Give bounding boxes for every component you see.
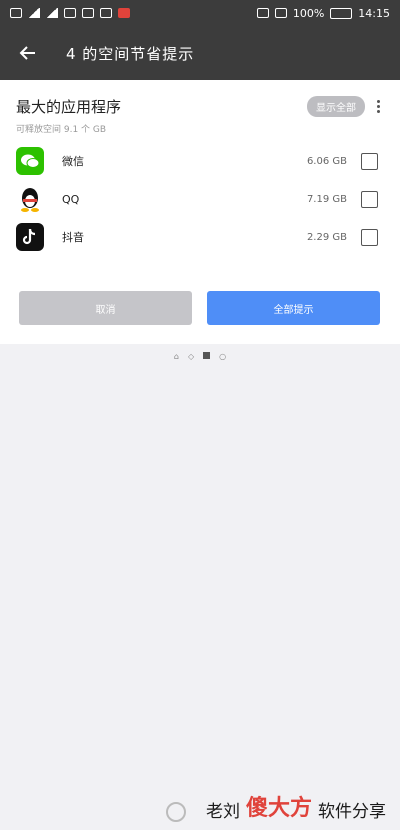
apps-card: 最大的应用程序 显示全部 可释放空间 9.1 个 GB 微信 6.06 GB Q… <box>0 80 400 344</box>
watermark-highlight: 傻大方 <box>245 796 312 821</box>
notification-icon <box>100 8 112 18</box>
app-name: QQ <box>62 192 80 206</box>
back-arrow-icon <box>19 46 35 60</box>
remind-all-button[interactable]: 全部提示 <box>207 291 380 325</box>
cancel-button[interactable]: 取消 <box>19 291 192 325</box>
battery-icon <box>330 7 353 19</box>
nfc-icon <box>256 8 269 18</box>
app-checkbox[interactable] <box>361 190 378 208</box>
more-options-icon[interactable] <box>373 98 384 115</box>
app-checkbox[interactable] <box>361 152 378 170</box>
section-title: 最大的应用程序 <box>16 98 122 116</box>
status-left <box>10 8 130 18</box>
pager-dot: ◇ <box>187 352 195 361</box>
list-item[interactable]: QQ 7.19 GB <box>16 184 378 214</box>
list-item[interactable]: 微信 6.06 GB <box>16 146 378 176</box>
pager-dot: ⌂ <box>173 352 179 361</box>
app-checkbox[interactable] <box>361 228 378 246</box>
battery-percent: 100% <box>292 6 325 20</box>
section-actions: 显示全部 <box>307 96 384 117</box>
qq-icon <box>16 185 44 213</box>
status-time: 14:15 <box>358 6 390 20</box>
section-header: 最大的应用程序 显示全部 <box>16 96 384 117</box>
pager-dot-active <box>203 352 211 359</box>
notification-icon <box>82 8 94 18</box>
page-title: 4 的空间节省提示 <box>66 44 195 63</box>
signal-icon <box>28 8 40 18</box>
app-name: 微信 <box>62 155 84 168</box>
section-subtitle: 可释放空间 9.1 个 GB <box>16 125 107 135</box>
show-all-button[interactable]: 显示全部 <box>307 96 365 117</box>
app-size: 2.29 GB <box>306 231 347 243</box>
app-bar: 4 的空间节省提示 <box>0 26 400 80</box>
alarm-icon <box>274 8 287 18</box>
app-name: 抖音 <box>62 231 84 244</box>
status-right: 100% 14:15 <box>256 6 390 20</box>
app-size: 6.06 GB <box>306 155 347 167</box>
watermark: 老刘 傻大方 软件分享 <box>165 790 386 822</box>
douyin-icon <box>16 223 44 251</box>
signal-icon <box>46 8 58 18</box>
back-button[interactable] <box>16 41 40 65</box>
wechat-channel-icon <box>165 802 186 822</box>
notification-icon <box>118 8 130 18</box>
page-indicator: ⌂ ◇ ○ <box>0 352 400 361</box>
sim-icon <box>10 8 22 18</box>
app-size: 7.19 GB <box>306 193 347 205</box>
watermark-text: 老刘 <box>205 802 240 822</box>
pager-dot: ○ <box>219 352 227 361</box>
list-item[interactable]: 抖音 2.29 GB <box>16 222 378 252</box>
status-bar: 100% 14:15 <box>0 0 400 26</box>
wifi-icon <box>64 8 76 18</box>
wechat-icon <box>16 147 44 175</box>
watermark-text: 软件分享 <box>318 802 386 822</box>
